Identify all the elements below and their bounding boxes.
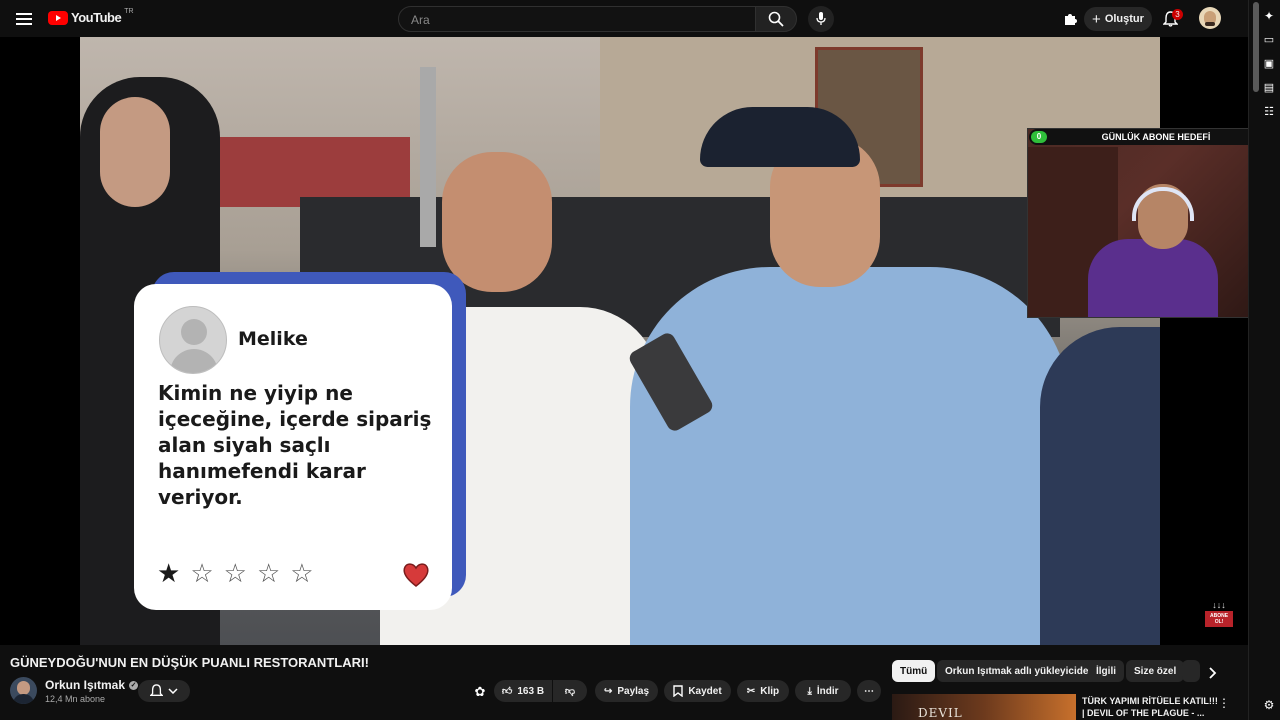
reader-icon[interactable]: ☷: [1261, 103, 1277, 119]
chevron-right-icon[interactable]: [1204, 664, 1222, 682]
channel-name-row[interactable]: Orkun Işıtmak ✓: [45, 678, 139, 692]
browser-side-panel: ✦ ▭ ▣ ▤ ☷ ⚙: [1248, 0, 1280, 720]
share-label: Paylaş: [617, 685, 650, 697]
channel-avatar[interactable]: [10, 677, 37, 704]
goal-current: 0: [1031, 131, 1047, 143]
more-vertical-icon[interactable]: ⋮: [1218, 696, 1230, 710]
puzzle-icon: [1065, 14, 1077, 25]
review-card: Melike Kimin ne yiyip ne içeceğine, içer…: [134, 284, 452, 610]
menu-icon[interactable]: [14, 9, 34, 29]
person-middle-face: [442, 152, 552, 292]
save-icon[interactable]: ▤: [1261, 79, 1277, 95]
tab-icon[interactable]: ▭: [1261, 31, 1277, 47]
bookmark-icon: [673, 685, 684, 697]
scrollbar-thumb[interactable]: [1253, 2, 1259, 92]
search-input[interactable]: Ara: [398, 6, 756, 32]
extension-icon[interactable]: ✦: [1261, 8, 1277, 24]
minaret: [420, 67, 436, 247]
thumbs-up-icon: 👍︎: [501, 686, 513, 697]
black-cap: [700, 107, 860, 167]
voice-search-button[interactable]: [808, 6, 834, 32]
download-label: İndir: [816, 685, 839, 697]
chip-uploader[interactable]: Orkun Işıtmak adlı yükleyiciden: [937, 660, 1103, 682]
star-empty-icon: ☆: [290, 558, 314, 588]
create-button[interactable]: + Oluştur: [1084, 7, 1152, 31]
chip-all[interactable]: Tümü: [892, 660, 936, 682]
logo-country: TR: [124, 8, 134, 15]
related-video-title-line2: | DEVIL OF THE PLAGUE - ...: [1082, 708, 1205, 718]
person-right-hoodie: [630, 267, 1070, 645]
subscribe-badge: ↓↓↓ ABONE OL!: [1205, 601, 1233, 631]
review-text: Kimin ne yiyip ne içeceğine, içerde sipa…: [158, 381, 432, 509]
extension-action-icon[interactable]: ✿: [471, 683, 489, 701]
subscription-bell-button[interactable]: [138, 680, 190, 702]
person-left-face: [100, 97, 170, 207]
extension-button[interactable]: [1061, 9, 1081, 29]
webcam-overlay: [1027, 128, 1276, 318]
video-title: GÜNEYDOĞU'NUN EN DÜŞÜK PUANLI RESTORANTL…: [10, 655, 369, 670]
notification-count-badge: 3: [1172, 9, 1183, 20]
save-label: Kaydet: [688, 685, 722, 697]
download-icon: ⤓: [807, 685, 812, 697]
thumbnail-logo: DEVIL: [918, 706, 963, 720]
dislike-button[interactable]: 👎︎: [553, 680, 587, 702]
reviewer-avatar: [159, 306, 227, 374]
subscribe-badge-text: ABONE OL!: [1205, 611, 1233, 627]
person-far-right: [1040, 327, 1160, 645]
settings-gear-icon[interactable]: ⚙: [1261, 697, 1277, 713]
clip-button[interactable]: ✂ Klip: [737, 680, 789, 702]
download-button[interactable]: ⤓ İndir: [795, 680, 851, 702]
goal-title: GÜNLÜK ABONE HEDEFİ: [1101, 132, 1211, 142]
streamer-jersey: [1088, 239, 1218, 317]
plus-icon: +: [1092, 10, 1101, 28]
arrows-icon: ↓↓↓: [1212, 600, 1226, 610]
chip-partial[interactable]: [1182, 660, 1200, 682]
save-button[interactable]: Kaydet: [664, 680, 731, 702]
subscriber-count: 12,4 Mn abone: [45, 694, 106, 704]
channel-name[interactable]: Orkun Işıtmak: [45, 678, 125, 692]
bell-icon: [150, 684, 163, 696]
search-icon: [768, 11, 784, 27]
related-video-title[interactable]: TÜRK YAPIMI RİTÜELE KATIL!!! | DEVIL OF …: [1082, 695, 1222, 719]
microphone-icon: [816, 12, 826, 25]
related-video-thumbnail[interactable]: DEVIL: [892, 694, 1076, 720]
headset-icon: [1132, 187, 1194, 221]
star-empty-icon: ☆: [256, 558, 281, 588]
chip-related[interactable]: İlgili: [1088, 660, 1124, 682]
reviewer-name: Melike: [238, 328, 308, 350]
youtube-play-icon: [48, 10, 68, 25]
thumbs-down-icon: 👎︎: [564, 686, 576, 697]
subscriber-goal-bar: 0 GÜNLÜK ABONE HEDEFİ 6: [1029, 129, 1276, 145]
star-empty-icon: ☆: [223, 558, 247, 588]
avatar[interactable]: [1199, 7, 1221, 29]
wallet-icon[interactable]: ▣: [1261, 55, 1277, 71]
star-rating: ★ ☆ ☆ ☆ ☆: [157, 560, 314, 586]
chip-for-you[interactable]: Size özel: [1126, 660, 1185, 682]
more-actions-button[interactable]: ⋯: [857, 680, 881, 702]
scissors-icon: ✂: [746, 685, 756, 697]
star-filled-icon: ★: [157, 558, 181, 588]
related-video-title-line1: TÜRK YAPIMI RİTÜELE KATIL!!!: [1082, 696, 1218, 706]
create-label: Oluştur: [1104, 13, 1144, 25]
chevron-down-icon: [168, 688, 178, 694]
more-horizontal-icon: ⋯: [864, 685, 874, 697]
like-count: 163 B: [517, 685, 545, 697]
share-button[interactable]: ↪ Paylaş: [595, 680, 658, 702]
youtube-logo[interactable]: YouTube TR: [48, 8, 134, 25]
like-button[interactable]: 👍︎ 163 B: [494, 680, 552, 702]
top-bar: YouTube TR Ara + Oluştur 3: [0, 0, 1248, 37]
logo-text: YouTube: [71, 10, 122, 25]
verified-icon: ✓: [129, 680, 139, 690]
heart-icon: [402, 562, 430, 593]
clip-label: Klip: [760, 685, 780, 697]
search-button[interactable]: [755, 6, 797, 32]
share-icon: ↪: [603, 685, 613, 697]
star-empty-icon: ☆: [190, 558, 214, 588]
